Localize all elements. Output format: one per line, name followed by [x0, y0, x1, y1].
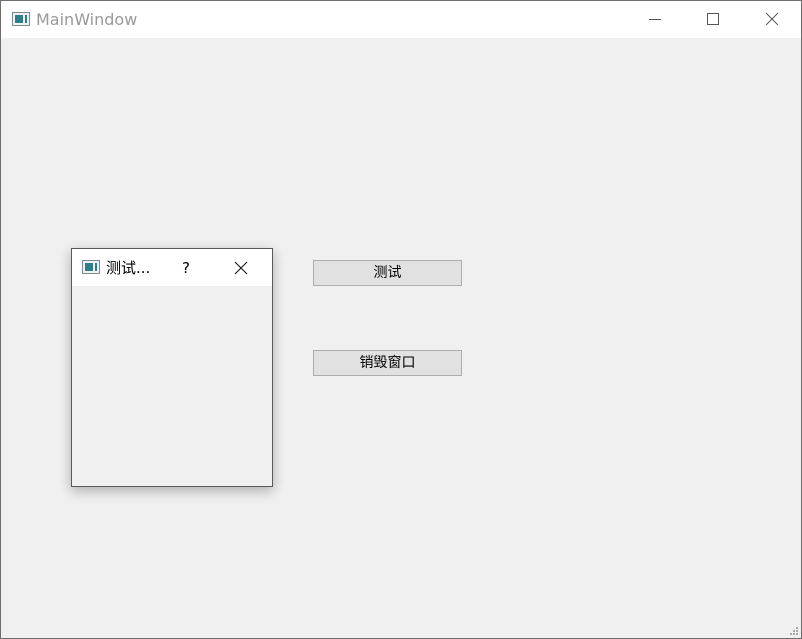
minimize-icon	[649, 19, 661, 20]
dialog-titlebar[interactable]: 测试... ?	[72, 249, 272, 286]
close-button[interactable]	[742, 1, 800, 38]
main-titlebar[interactable]: MainWindow	[1, 1, 801, 38]
window-app-icon	[12, 12, 30, 26]
test-button[interactable]: 测试	[313, 260, 462, 286]
test-dialog: 测试... ?	[71, 248, 273, 487]
close-icon	[234, 261, 248, 275]
resize-grip-icon[interactable]	[789, 626, 799, 636]
main-window: MainWindow 测试 销毁窗口 测试... ?	[0, 0, 802, 639]
maximize-icon	[707, 13, 719, 25]
window-app-icon	[82, 260, 100, 274]
dialog-title: 测试...	[106, 259, 151, 277]
dialog-close-button[interactable]	[228, 255, 254, 281]
minimize-button[interactable]	[626, 1, 684, 38]
main-window-title: MainWindow	[36, 10, 138, 29]
close-icon	[765, 12, 779, 26]
destroy-window-button[interactable]: 销毁窗口	[313, 350, 462, 376]
maximize-button[interactable]	[684, 1, 742, 38]
help-button[interactable]: ?	[176, 258, 196, 278]
